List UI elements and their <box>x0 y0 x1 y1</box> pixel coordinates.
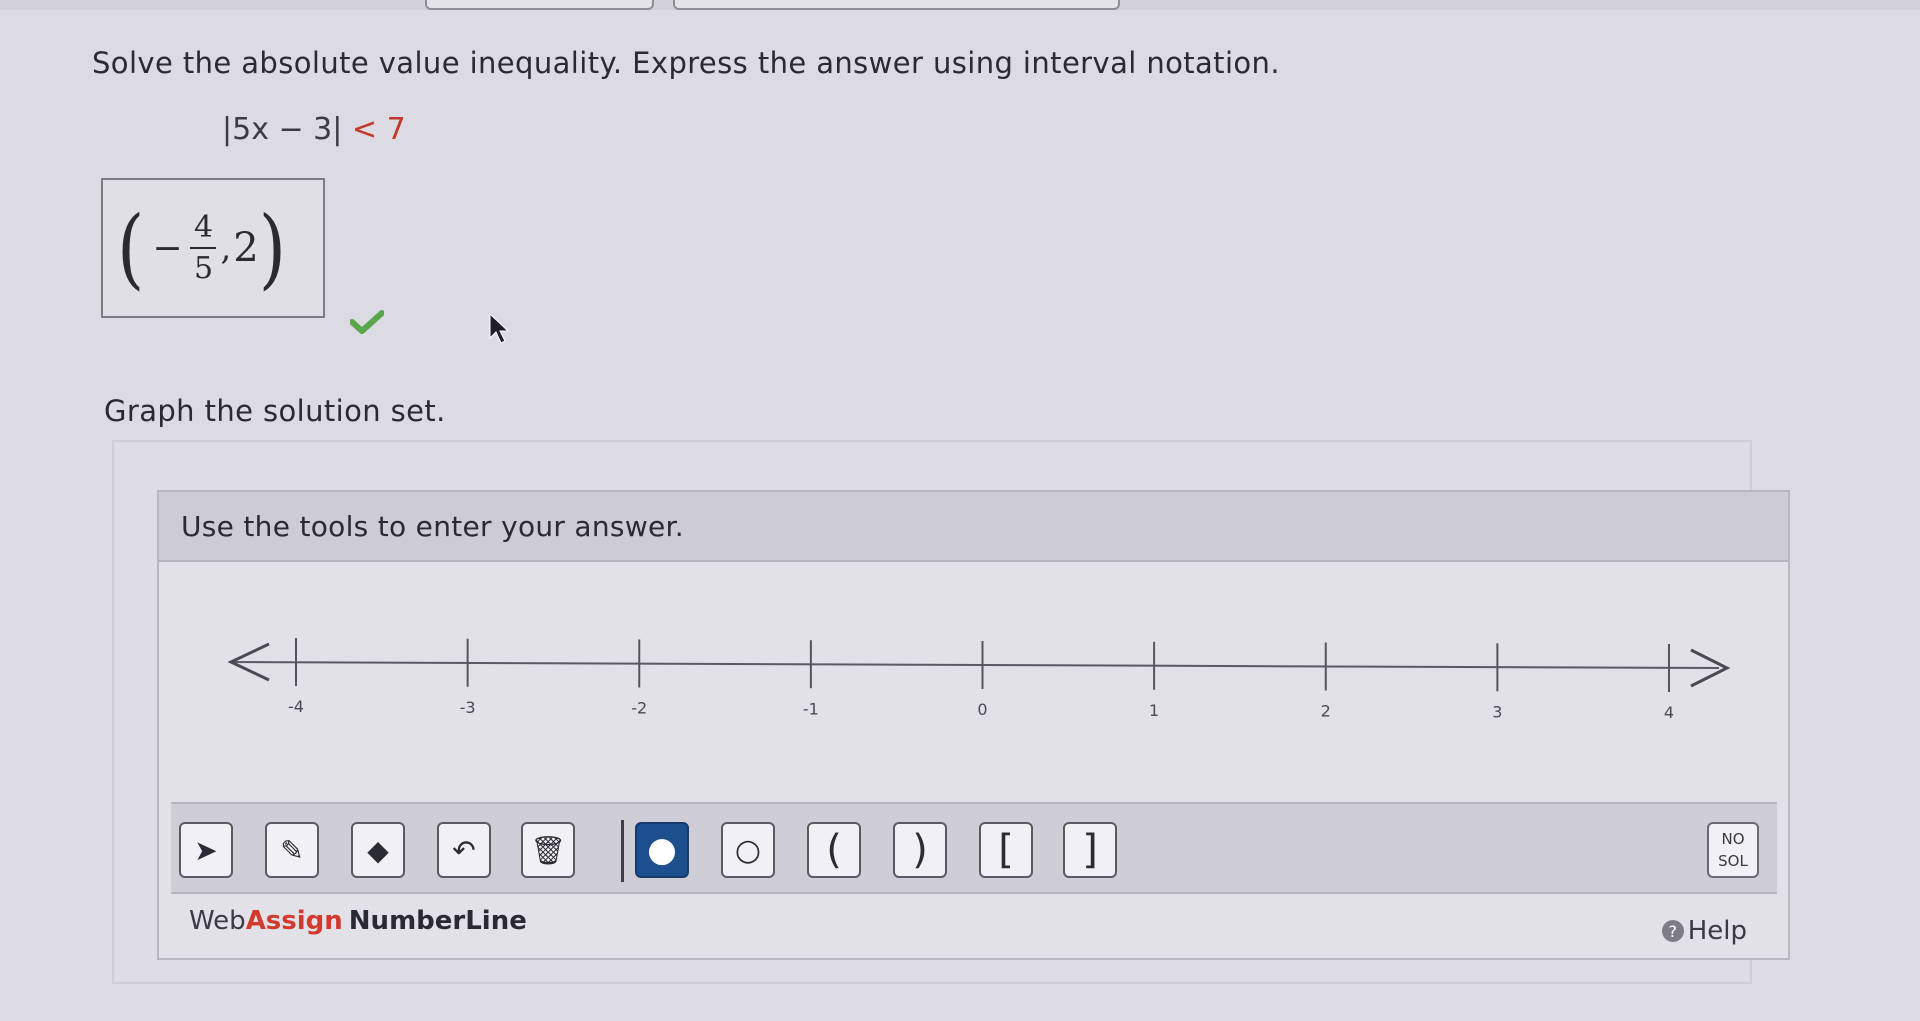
inequality-rhs-group: < 7 <box>352 112 406 147</box>
brand-logo: WebAssign NumberLine <box>189 906 527 936</box>
widget-instructions: Use the tools to enter your answer. <box>181 510 684 543</box>
pencil-icon: ✎ <box>280 833 304 867</box>
left-bracket-tool-button[interactable]: [ <box>979 822 1033 878</box>
correct-check-icon <box>350 310 384 334</box>
brand-product: NumberLine <box>348 906 527 936</box>
top-button-partial[interactable] <box>425 0 654 10</box>
trash-tool-button[interactable]: 🗑 <box>521 822 575 878</box>
answer-input[interactable]: ( − 4 5 , 2 ) <box>101 178 325 318</box>
help-icon: ? <box>1661 920 1684 942</box>
right-paren-tool-button[interactable]: ) <box>893 822 947 878</box>
left-paren-tool-button[interactable]: ( <box>807 822 861 878</box>
tick-label: 2 <box>1321 702 1331 721</box>
answer-comma: , <box>220 228 232 268</box>
help-label: Help <box>1687 916 1747 946</box>
tick-label: -2 <box>631 699 647 718</box>
tick-label: -1 <box>803 699 819 718</box>
closed-dot-tool-button[interactable]: ● <box>635 822 689 878</box>
widget-header: Use the tools to enter your answer. <box>159 492 1788 562</box>
numberline-widget: Use the tools to enter your answer. -4 -3… <box>157 490 1790 960</box>
right-paren-icon: ) <box>912 827 928 873</box>
tick-label: 4 <box>1664 703 1674 722</box>
trash-icon: 🗑 <box>530 833 566 867</box>
eraser-tool-button[interactable]: ◆ <box>351 822 405 878</box>
inequality: |5x − 3| < 7 <box>222 112 406 147</box>
widget-footer: WebAssign NumberLine ? Help <box>171 894 1777 956</box>
inequality-lhs: |5x − 3| <box>222 112 343 147</box>
fraction-bar <box>190 247 217 249</box>
number-line-axis <box>228 661 1720 669</box>
left-bracket-icon: [ <box>998 827 1014 873</box>
open-dot-icon: ○ <box>734 832 762 868</box>
answer-open-paren: ( <box>117 196 145 300</box>
question-prompt: Solve the absolute value inequality. Exp… <box>92 46 1280 80</box>
fraction-denominator: 5 <box>193 251 214 286</box>
right-bracket-tool-button[interactable]: ] <box>1063 822 1117 878</box>
pointer-tool-button[interactable]: ➤ <box>179 822 233 878</box>
closed-dot-icon: ● <box>647 830 677 870</box>
answer-minus: − <box>152 227 183 269</box>
answer-fraction: 4 5 <box>190 210 217 286</box>
answer-close-paren: ) <box>258 196 287 300</box>
pencil-tool-button[interactable]: ✎ <box>265 822 319 878</box>
brand-assign: Assign <box>245 906 343 936</box>
tool-bar: NO SOL ➤ ✎ ◆ ↶ 🗑 ● ○ () [] <box>171 802 1777 894</box>
help-link[interactable]: ? Help <box>1661 916 1747 946</box>
tick-label: 0 <box>977 700 987 719</box>
open-dot-tool-button[interactable]: ○ <box>721 822 775 878</box>
no-solution-line2: SOL <box>1718 852 1748 870</box>
top-button-partial[interactable] <box>673 0 1120 10</box>
graph-label: Graph the solution set. <box>104 394 446 428</box>
tick-label: 3 <box>1492 702 1502 721</box>
no-solution-button[interactable]: NO SOL <box>1707 822 1759 878</box>
tick-label: -4 <box>288 697 304 716</box>
tick-label: -3 <box>460 698 476 717</box>
answer-upper: 2 <box>233 225 259 271</box>
number-line-ticks: -4 -3 -2 -1 0 1 2 3 4 <box>288 638 1674 722</box>
pointer-icon: ➤ <box>194 833 218 867</box>
left-paren-icon: ( <box>826 827 842 873</box>
inequality-rhs: 7 <box>386 112 406 147</box>
inequality-operator: < <box>351 112 378 147</box>
number-line[interactable]: -4 -3 -2 -1 0 1 2 3 4 <box>159 564 1788 774</box>
tick-label: 1 <box>1149 701 1159 720</box>
mouse-cursor-icon <box>489 312 510 344</box>
top-bar <box>0 0 1920 10</box>
undo-icon: ↶ <box>452 833 476 867</box>
brand-web: Web <box>189 906 246 936</box>
eraser-icon: ◆ <box>367 833 389 867</box>
right-bracket-icon: ] <box>1082 827 1098 873</box>
fraction-numerator: 4 <box>193 210 214 245</box>
no-solution-line1: NO <box>1721 830 1745 848</box>
toolbar-separator <box>621 820 624 882</box>
undo-tool-button[interactable]: ↶ <box>437 822 491 878</box>
